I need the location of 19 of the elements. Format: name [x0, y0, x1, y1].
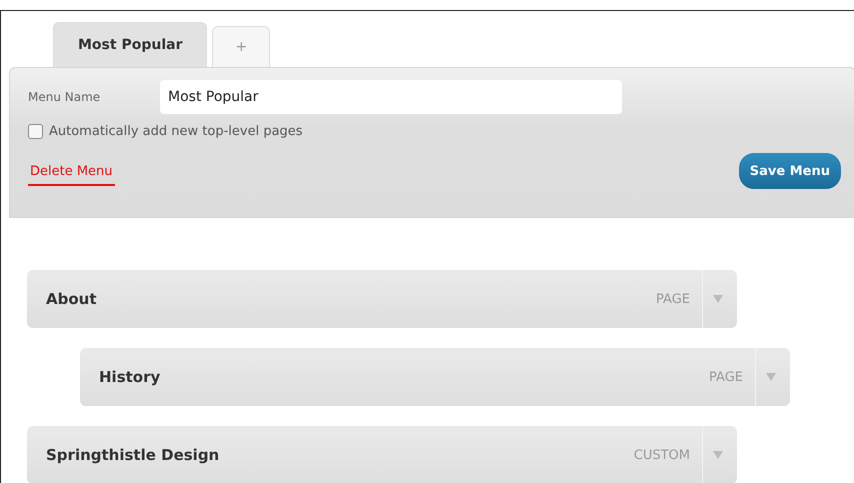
checkbox-label: Automatically add new top-level pages	[49, 124, 303, 139]
checkbox[interactable]	[28, 124, 43, 139]
menu-name-field[interactable]: Most Popular	[160, 80, 622, 114]
menu-item-bar[interactable]: Springthistle Design CUSTOM	[27, 426, 737, 483]
menu-item-bar[interactable]: History PAGE	[80, 348, 790, 406]
menu-tab[interactable]: Most Popular	[53, 22, 208, 67]
save-menu-button[interactable]: Save Menu	[738, 153, 841, 189]
menu-item-title: About	[46, 290, 98, 308]
menu-item-type: CUSTOM	[634, 448, 690, 462]
menu-item-title: Springthistle Design	[46, 446, 220, 464]
caret-icon[interactable]	[713, 451, 723, 459]
menu-item-type: PAGE	[709, 370, 743, 384]
menu-item-type: PAGE	[656, 292, 690, 306]
delete-menu-link[interactable]: Delete Menu	[28, 164, 115, 186]
caret-icon[interactable]	[713, 295, 723, 303]
caret-icon[interactable]	[766, 373, 776, 381]
menu-item-bar[interactable]: About PAGE	[27, 270, 737, 328]
menu-item-title: History	[99, 368, 162, 386]
menu-name-label: Menu Name	[28, 90, 102, 104]
